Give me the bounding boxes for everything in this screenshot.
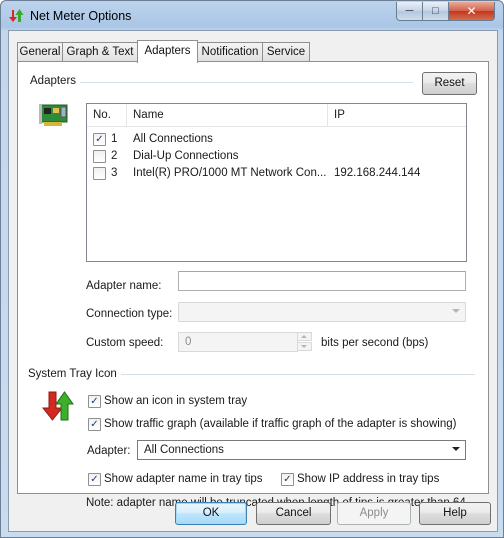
adapter-row[interactable]: 3 Intel(R) PRO/1000 MT Network Con... 19… (87, 165, 466, 182)
connection-type-label: Connection type: (86, 308, 173, 320)
chevron-down-icon (452, 447, 460, 451)
maximize-icon: □ (432, 5, 439, 17)
adapter-row[interactable]: ✓ 1 All Connections (87, 131, 466, 148)
updown-arrows-icon (9, 9, 24, 22)
chevron-down-icon (452, 309, 460, 313)
show-adapter-name-checkbox[interactable]: ✓ (88, 473, 101, 486)
apply-button[interactable]: Apply (337, 502, 411, 525)
adapter-row[interactable]: 2 Dial-Up Connections (87, 148, 466, 165)
show-tray-icon-label[interactable]: Show an icon in system tray (104, 395, 247, 407)
network-card-icon (39, 104, 68, 126)
updown-arrows-icon (41, 391, 74, 421)
help-button[interactable]: Help (419, 502, 491, 525)
spin-down-icon (301, 345, 307, 348)
column-header-no[interactable]: No. (87, 104, 127, 126)
column-header-name[interactable]: Name (127, 104, 328, 126)
close-icon: ✕ (466, 4, 477, 18)
column-header-ip[interactable]: IP (328, 104, 466, 126)
close-button[interactable]: ✕ (448, 2, 495, 21)
connection-type-select[interactable] (178, 302, 466, 322)
minimize-icon: ─ (405, 5, 414, 17)
show-tray-icon-checkbox[interactable]: ✓ (88, 395, 101, 408)
ok-button[interactable]: OK (175, 502, 247, 525)
tray-adapter-label: Adapter: (87, 445, 131, 457)
spin-up-button[interactable] (297, 332, 312, 341)
tab-graph-text[interactable]: Graph & Text (62, 42, 138, 61)
adapter-name: All Connections (133, 133, 213, 145)
adapter-no: 3 (111, 167, 118, 179)
tray-adapter-value: All Connections (144, 444, 224, 456)
adapter-name: Dial-Up Connections (133, 150, 239, 162)
adapters-divider (78, 82, 413, 83)
spin-down-button[interactable] (297, 342, 312, 351)
cancel-button[interactable]: Cancel (256, 502, 331, 525)
minimize-button[interactable]: ─ (396, 2, 423, 21)
speed-unit-label: bits per second (bps) (321, 337, 429, 349)
title-bar[interactable]: Net Meter Options ─ □ ✕ (1, 1, 503, 31)
spin-up-icon (301, 335, 307, 338)
show-traffic-graph-label[interactable]: Show traffic graph (available if traffic… (104, 418, 456, 430)
maximize-button[interactable]: □ (422, 2, 449, 21)
adapters-list-header: No. Name IP (87, 104, 466, 127)
reset-button[interactable]: Reset (422, 72, 477, 95)
adapters-list[interactable]: No. Name IP ✓ 1 All Connections 2 Dial-U… (86, 103, 467, 262)
custom-speed-label: Custom speed: (86, 337, 164, 349)
custom-speed-spinner[interactable] (297, 332, 312, 352)
adapter-checkbox[interactable]: ✓ (93, 133, 106, 146)
show-adapter-name-label[interactable]: Show adapter name in tray tips (104, 473, 263, 485)
adapter-no: 1 (111, 133, 118, 145)
tray-divider (118, 374, 475, 375)
adapter-checkbox[interactable] (93, 150, 106, 163)
dialog-client: General Graph & Text Adapters Notificati… (8, 30, 498, 532)
tab-adapters[interactable]: Adapters (137, 40, 198, 63)
adapters-section-title: Adapters (30, 75, 81, 87)
adapter-no: 2 (111, 150, 118, 162)
window-title: Net Meter Options (30, 9, 132, 23)
adapter-name-input[interactable] (178, 271, 466, 291)
show-ip-address-label[interactable]: Show IP address in tray tips (297, 473, 439, 485)
adapters-tab-panel: Adapters Reset No. Name IP ✓ 1 All Conne… (17, 61, 489, 509)
tray-section-title: System Tray Icon (28, 368, 121, 380)
tray-adapter-select[interactable]: All Connections (137, 440, 466, 460)
tab-service[interactable]: Service (262, 42, 310, 61)
tab-general[interactable]: General (17, 42, 63, 61)
adapter-ip: 192.168.244.144 (334, 167, 421, 179)
show-traffic-graph-checkbox[interactable]: ✓ (88, 418, 101, 431)
options-window: Net Meter Options ─ □ ✕ General Graph & … (0, 0, 504, 538)
custom-speed-input[interactable]: 0 (178, 332, 298, 352)
tab-notification[interactable]: Notification (197, 42, 263, 61)
adapter-checkbox[interactable] (93, 167, 106, 180)
adapter-name-label: Adapter name: (86, 280, 162, 292)
adapter-name: Intel(R) PRO/1000 MT Network Con... (133, 167, 327, 179)
show-ip-address-checkbox[interactable]: ✓ (281, 473, 294, 486)
